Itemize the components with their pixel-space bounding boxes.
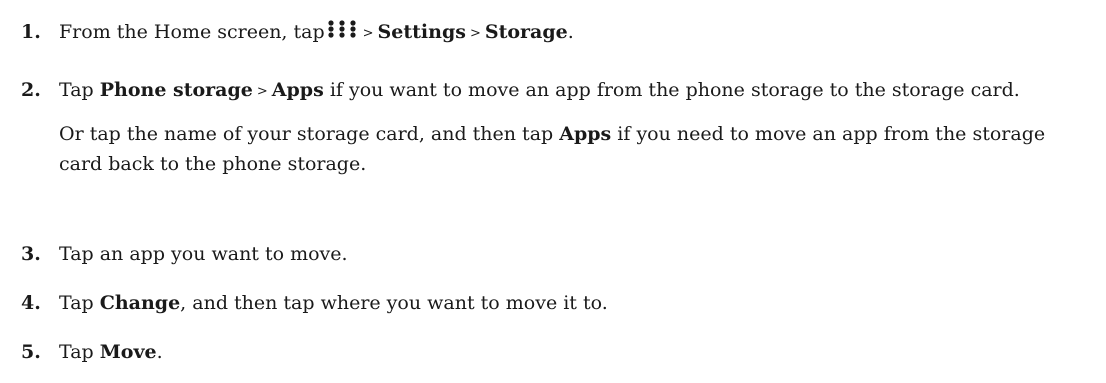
step-text-part: Tap xyxy=(59,292,100,314)
step-number: 5. xyxy=(21,341,41,363)
step-2: 2. Tap Phone storage > Apps if you want to… xyxy=(0,75,1100,179)
step-text-part: Tap an app you want to move. xyxy=(59,243,348,265)
step-text-part: Tap xyxy=(59,79,100,101)
separator: > xyxy=(469,26,481,41)
step-text-part: Or tap the name of your storage card, an… xyxy=(59,123,560,145)
step-text: Tap an app you want to move. xyxy=(59,239,1094,269)
step-text-part: if you want to move an app from the phon… xyxy=(323,79,1020,101)
storage-label: Storage xyxy=(484,21,568,43)
step-5: 5. Tap Move. xyxy=(0,337,1100,367)
step-text-part: Tap xyxy=(59,341,100,363)
step-1: 1. From the Home screen, tap > Settings > St… xyxy=(0,17,1100,49)
step-text: From the Home screen, tap > Settings > Stora… xyxy=(59,17,1094,49)
step-text-part: , and then tap where you want to move it… xyxy=(180,292,608,314)
instruction-steps: 1. From the Home screen, tap > Settings > St… xyxy=(0,0,1106,383)
apps-label: Apps xyxy=(271,79,324,101)
apps-label: Apps xyxy=(559,123,612,145)
step-text-part: . xyxy=(156,341,163,363)
apps-grid-icon xyxy=(328,20,356,38)
phone-storage-label: Phone storage xyxy=(99,79,253,101)
step-text: Tap Move. xyxy=(59,337,1094,367)
step-number: 1. xyxy=(21,21,41,43)
step-text-part: From the Home screen, tap xyxy=(59,21,325,43)
move-label: Move xyxy=(99,341,157,363)
step-text: Tap Change, and then tap where you want … xyxy=(59,288,1094,318)
step-number: 4. xyxy=(21,292,41,314)
step-number: 3. xyxy=(21,243,41,265)
separator: > xyxy=(362,26,374,41)
separator: > xyxy=(256,84,268,99)
punctuation: . xyxy=(567,21,574,43)
step-text: Tap Phone storage > Apps if you want to mo… xyxy=(59,75,1094,179)
step-4: 4. Tap Change, and then tap where you wa… xyxy=(0,288,1100,318)
step-3: 3. Tap an app you want to move. xyxy=(0,239,1100,269)
change-label: Change xyxy=(99,292,181,314)
step-number: 2. xyxy=(21,79,41,101)
settings-label: Settings xyxy=(377,21,466,43)
